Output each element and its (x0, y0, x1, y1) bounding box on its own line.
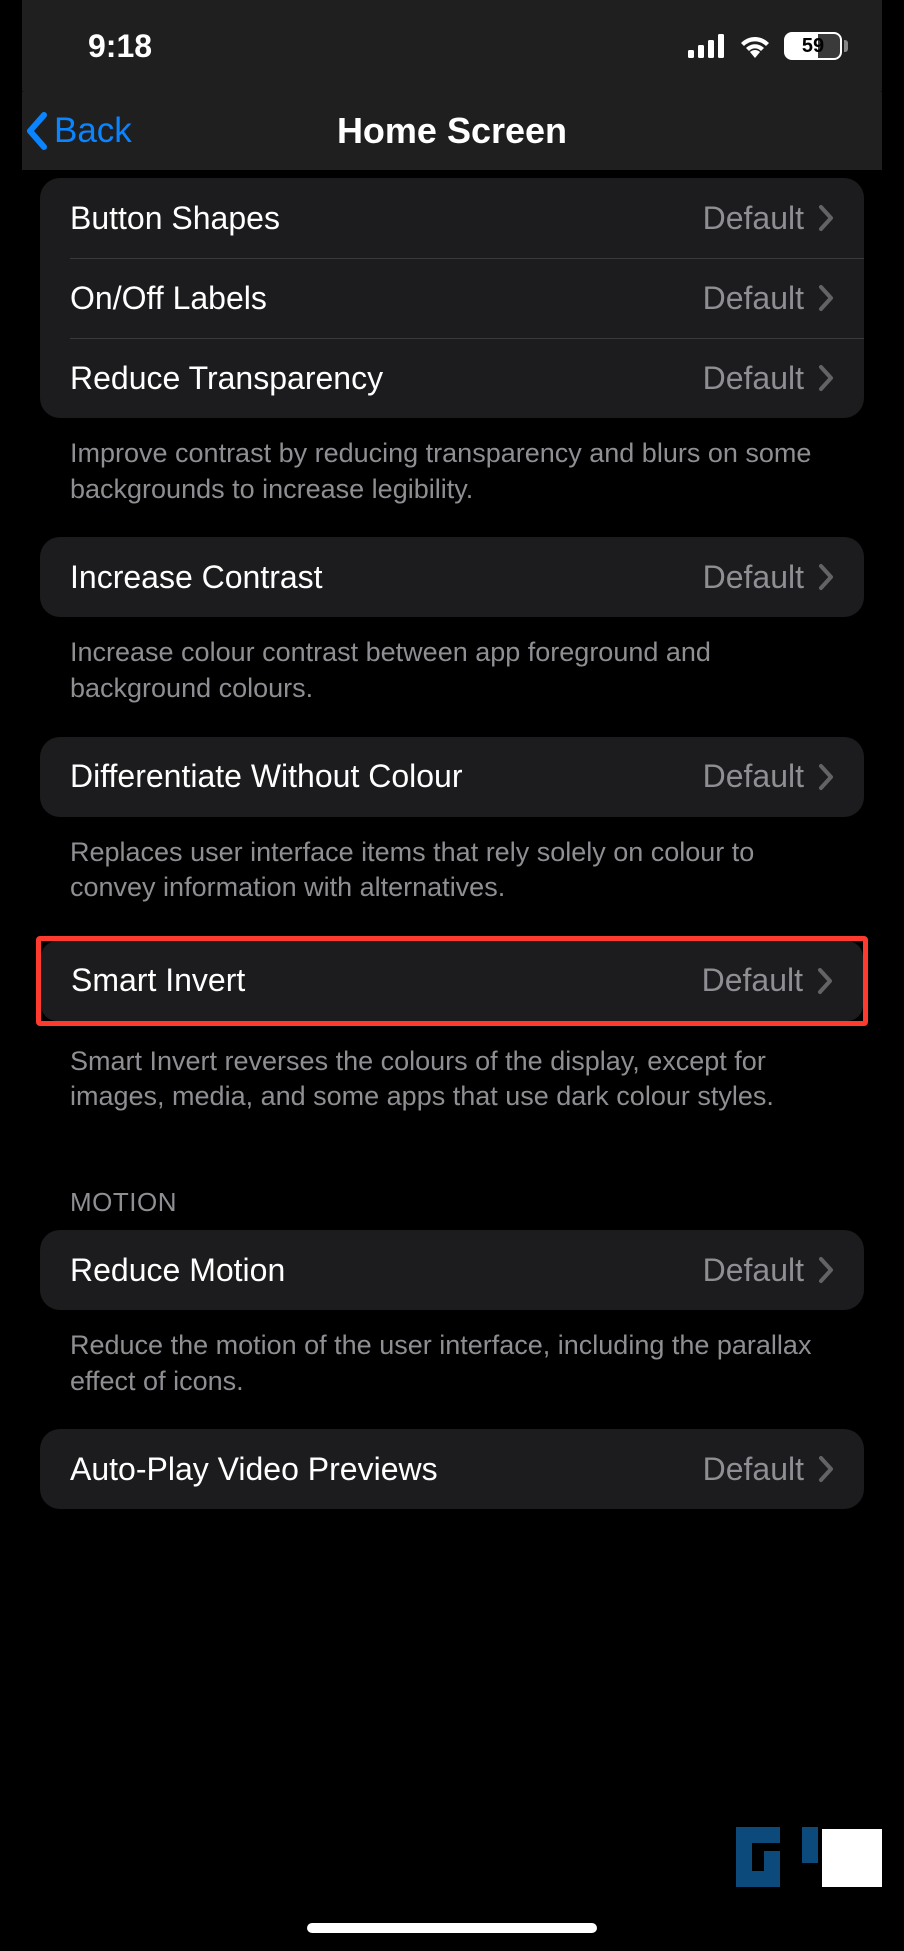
row-label: Button Shapes (70, 200, 280, 237)
row-value: Default (703, 280, 804, 317)
settings-group-differentiate: Differentiate Without Colour Default (40, 737, 864, 817)
row-button-shapes[interactable]: Button Shapes Default (40, 178, 864, 258)
row-label: Reduce Transparency (70, 360, 383, 397)
row-on-off-labels[interactable]: On/Off Labels Default (40, 258, 864, 338)
row-label: Differentiate Without Colour (70, 758, 462, 795)
watermark-logo-icon (736, 1827, 820, 1887)
watermark-white-square (822, 1829, 882, 1887)
battery-percent: 59 (802, 35, 824, 58)
home-indicator[interactable] (307, 1923, 597, 1933)
row-label: Increase Contrast (70, 559, 323, 596)
wifi-icon (738, 34, 772, 58)
row-reduce-motion[interactable]: Reduce Motion Default (40, 1230, 864, 1310)
row-label: Smart Invert (71, 962, 245, 999)
chevron-right-icon (818, 1455, 834, 1483)
status-time: 9:18 (88, 28, 152, 65)
settings-group-contrast: Increase Contrast Default (40, 537, 864, 617)
chevron-right-icon (818, 204, 834, 232)
row-value: Default (703, 559, 804, 596)
row-value: Default (703, 360, 804, 397)
settings-group-autoplay: Auto-Play Video Previews Default (40, 1429, 864, 1509)
group-footer: Replaces user interface items that rely … (40, 817, 864, 936)
settings-group-smart-invert: Smart Invert Default (41, 941, 863, 1021)
chevron-right-icon (817, 967, 833, 995)
row-reduce-transparency[interactable]: Reduce Transparency Default (40, 338, 864, 418)
page-title: Home Screen (337, 110, 567, 152)
row-label: Auto-Play Video Previews (70, 1451, 438, 1488)
section-header-motion: MOTION (40, 1145, 864, 1230)
chevron-right-icon (818, 563, 834, 591)
group-footer: Smart Invert reverses the colours of the… (40, 1026, 864, 1145)
row-value: Default (703, 1252, 804, 1289)
row-value: Default (703, 1451, 804, 1488)
back-label: Back (54, 111, 132, 151)
row-smart-invert[interactable]: Smart Invert Default (41, 941, 863, 1021)
group-footer: Increase colour contrast between app for… (40, 617, 864, 736)
row-value: Default (702, 962, 803, 999)
status-bar: 9:18 (22, 0, 882, 92)
row-value: Default (703, 200, 804, 237)
watermark (730, 1827, 882, 1887)
row-increase-contrast[interactable]: Increase Contrast Default (40, 537, 864, 617)
chevron-right-icon (818, 1256, 834, 1284)
row-label: On/Off Labels (70, 280, 267, 317)
row-differentiate-without-colour[interactable]: Differentiate Without Colour Default (40, 737, 864, 817)
nav-bar: Back Home Screen (22, 92, 882, 170)
highlight-box: Smart Invert Default (36, 936, 868, 1026)
group-footer: Improve contrast by reducing transparenc… (40, 418, 864, 537)
back-button[interactable]: Back (22, 92, 132, 170)
chevron-left-icon (24, 111, 50, 151)
chevron-right-icon (818, 284, 834, 312)
cellular-signal-icon (688, 34, 726, 58)
chevron-right-icon (818, 763, 834, 791)
settings-group-display: Button Shapes Default On/Off Labels Defa… (40, 178, 864, 418)
row-label: Reduce Motion (70, 1252, 285, 1289)
row-value: Default (703, 758, 804, 795)
row-auto-play-video-previews[interactable]: Auto-Play Video Previews Default (40, 1429, 864, 1509)
battery-indicator: 59 (784, 32, 848, 60)
group-footer: Reduce the motion of the user interface,… (40, 1310, 864, 1429)
settings-group-motion: Reduce Motion Default (40, 1230, 864, 1310)
chevron-right-icon (818, 364, 834, 392)
